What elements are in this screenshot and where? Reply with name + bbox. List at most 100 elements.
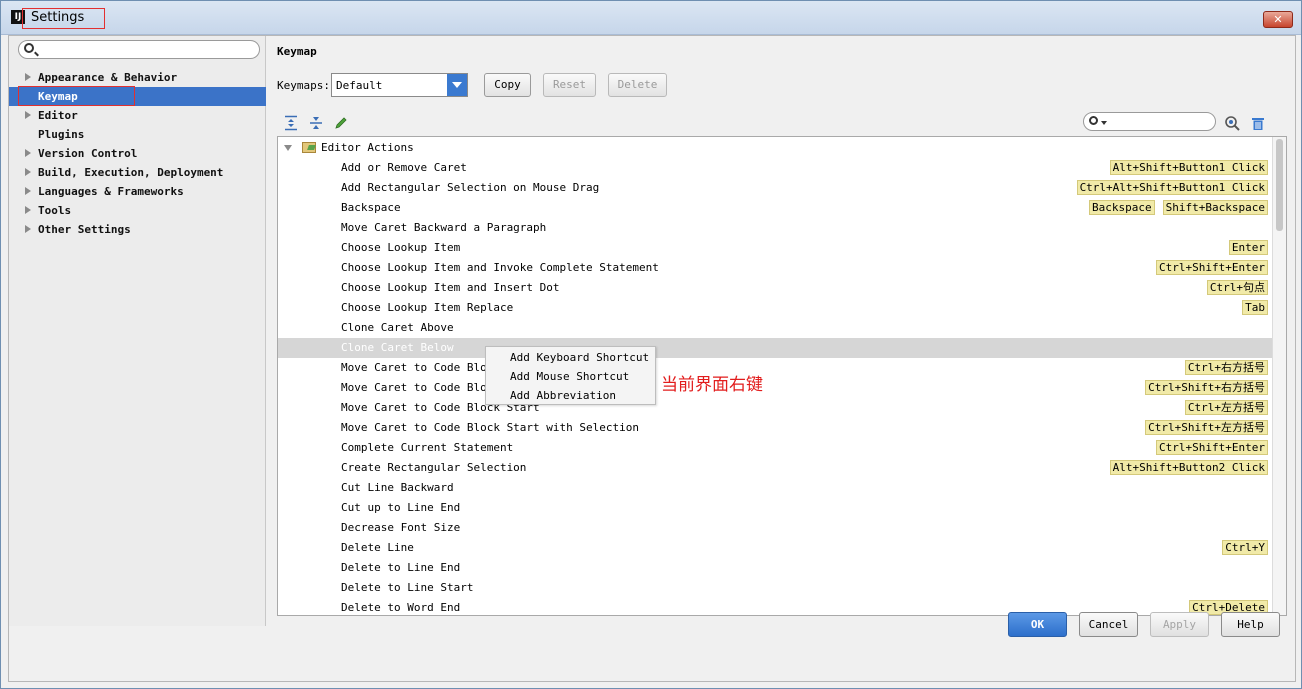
chevron-right-icon[interactable] [25, 73, 31, 81]
sidebar-item-label: Editor [38, 109, 78, 122]
tree-row[interactable]: Decrease Font Size [278, 518, 1272, 538]
action-name: Add Rectangular Selection on Mouse Drag [341, 181, 600, 194]
action-name: Create Rectangular Selection [341, 461, 527, 474]
chevron-right-icon[interactable] [25, 168, 31, 176]
shortcut-badge: Ctrl+句点 [1206, 280, 1268, 295]
expand-all-icon[interactable] [283, 115, 299, 131]
tree-row[interactable]: Complete Current Statement Ctrl+Shift+Ent… [278, 438, 1272, 458]
shortcut-list: Ctrl+句点 [1206, 280, 1268, 295]
action-name: Add or Remove Caret [341, 161, 467, 174]
tree-row[interactable]: Move Caret to Code Block Ctrl+右方括号 [278, 358, 1272, 378]
settings-search-input[interactable] [18, 40, 260, 59]
shortcut-list: Ctrl+Y [1222, 540, 1268, 555]
delete-button[interactable]: Delete [608, 73, 667, 97]
keymap-actions-tree[interactable]: Editor Actions Add or Remove Caret Alt+Sh… [277, 136, 1287, 616]
action-name: Complete Current Statement [341, 441, 514, 454]
tree-row[interactable]: Delete to Line Start [278, 578, 1272, 598]
search-icon [1089, 116, 1098, 125]
chevron-right-icon[interactable] [25, 225, 31, 233]
shortcut-list: Backspace Shift+Backspace [1089, 200, 1268, 215]
action-name: Move Caret Backward a Paragraph [341, 221, 547, 234]
trash-icon[interactable] [1250, 115, 1266, 131]
action-name: Delete to Line Start [341, 581, 474, 594]
scrollbar-thumb[interactable] [1276, 139, 1283, 231]
context-menu-item-add-mouse-shortcut[interactable]: Add Mouse Shortcut [510, 367, 629, 386]
shortcut-badge: Shift+Backspace [1162, 200, 1268, 215]
edit-icon[interactable] [333, 115, 349, 131]
tree-row[interactable]: Clone Caret Below [278, 338, 1272, 358]
collapse-all-icon[interactable] [308, 115, 324, 131]
keymaps-label: Keymaps: [277, 79, 330, 92]
reset-button[interactable]: Reset [543, 73, 596, 97]
sidebar-item-label: Tools [38, 204, 72, 217]
chevron-right-icon[interactable] [25, 149, 31, 157]
action-name: Cut Line Backward [341, 481, 454, 494]
shortcut-badge: Ctrl+Shift+Enter [1156, 260, 1268, 275]
keymap-panel: Keymap Keymaps: Default Copy Reset Delet… [267, 36, 1297, 626]
tree-row[interactable]: Cut up to Line End [278, 498, 1272, 518]
sidebar-item-tools[interactable]: Tools [9, 201, 266, 220]
tree-row[interactable]: Add Rectangular Selection on Mouse Drag C… [278, 178, 1272, 198]
shortcut-badge: Ctrl+Alt+Shift+Button1 Click [1076, 180, 1268, 195]
shortcut-badge: Ctrl+Shift+Enter [1156, 440, 1268, 455]
help-button[interactable]: Help [1221, 612, 1280, 637]
sidebar-item-label: Version Control [38, 147, 138, 160]
tree-row[interactable]: Delete to Line End [278, 558, 1272, 578]
shortcut-list: Ctrl+Shift+左方括号 [1145, 420, 1268, 435]
context-menu-item-add-abbreviation[interactable]: Add Abbreviation [510, 386, 616, 405]
sidebar-item-version-control[interactable]: Version Control [9, 144, 266, 163]
apply-button[interactable]: Apply [1150, 612, 1209, 637]
close-button[interactable]: ✕ [1263, 11, 1293, 28]
chevron-down-icon [1101, 121, 1107, 125]
shortcut-list: Ctrl+Alt+Shift+Button1 Click [1076, 180, 1268, 195]
cancel-button[interactable]: Cancel [1079, 612, 1138, 637]
shortcut-badge: Tab [1242, 300, 1268, 315]
shortcut-list: Tab [1242, 300, 1268, 315]
sidebar-item-appearance-behavior[interactable]: Appearance & Behavior [9, 68, 266, 87]
sidebar-item-build-execution-deployment[interactable]: Build, Execution, Deployment [9, 163, 266, 182]
sidebar-item-editor[interactable]: Editor [9, 106, 266, 125]
tree-row[interactable]: Choose Lookup Item Replace Tab [278, 298, 1272, 318]
tree-row[interactable]: Move Caret Backward a Paragraph [278, 218, 1272, 238]
chevron-down-icon[interactable] [447, 74, 467, 96]
shortcut-list: Ctrl+Shift+Enter [1156, 440, 1268, 455]
settings-window: IJ Settings ✕ Appearance & Behavior Keyma… [0, 0, 1302, 689]
sidebar-item-label: Plugins [38, 128, 85, 141]
chevron-right-icon[interactable] [25, 187, 31, 195]
tree-row[interactable]: Choose Lookup Item Enter [278, 238, 1272, 258]
tree-root-row[interactable]: Editor Actions [278, 138, 1272, 158]
tree-row[interactable]: Choose Lookup Item and Insert Dot Ctrl+句点 [278, 278, 1272, 298]
shortcut-list: Alt+Shift+Button2 Click [1109, 460, 1268, 475]
action-name: Choose Lookup Item and Insert Dot [341, 281, 560, 294]
shortcut-list: Enter [1228, 240, 1268, 255]
tree-row[interactable]: Create Rectangular Selection Alt+Shift+Bu… [278, 458, 1272, 478]
chevron-right-icon[interactable] [25, 206, 31, 214]
tree-row[interactable]: Move Caret to Code Block Ctrl+Shift+右方括号 [278, 378, 1272, 398]
keymap-select[interactable]: Default [331, 73, 468, 97]
tree-row[interactable]: Cut Line Backward [278, 478, 1272, 498]
sidebar-item-plugins[interactable]: Plugins [9, 125, 266, 144]
ok-button[interactable]: OK [1008, 612, 1067, 637]
sidebar-item-label: Other Settings [38, 223, 131, 236]
tree-row[interactable]: Clone Caret Above [278, 318, 1272, 338]
copy-button[interactable]: Copy [484, 73, 531, 97]
shortcut-badge: Ctrl+Shift+左方括号 [1145, 420, 1268, 435]
chevron-right-icon[interactable] [25, 111, 31, 119]
expand-arrow-icon[interactable] [284, 145, 292, 151]
sidebar-item-other-settings[interactable]: Other Settings [9, 220, 266, 239]
find-shortcut-icon[interactable] [1224, 115, 1240, 131]
tree-row[interactable]: Backspace Backspace Shift+Backspace [278, 198, 1272, 218]
tree-scrollbar[interactable] [1272, 137, 1286, 615]
tree-row[interactable]: Delete Line Ctrl+Y [278, 538, 1272, 558]
shortcut-badge: Alt+Shift+Button2 Click [1109, 460, 1268, 475]
tree-row[interactable]: Choose Lookup Item and Invoke Complete S… [278, 258, 1272, 278]
tree-row[interactable]: Move Caret to Code Block Start Ctrl+左方括号 [278, 398, 1272, 418]
sidebar-item-languages-frameworks[interactable]: Languages & Frameworks [9, 182, 266, 201]
context-menu-item-add-keyboard-shortcut[interactable]: Add Keyboard Shortcut [510, 348, 649, 367]
keymap-filter-input[interactable] [1083, 112, 1216, 131]
sidebar-item-label: Build, Execution, Deployment [38, 166, 224, 179]
title-bar[interactable]: IJ Settings ✕ [1, 1, 1301, 35]
tree-row[interactable]: Move Caret to Code Block Start with Sele… [278, 418, 1272, 438]
tree-row[interactable]: Add or Remove Caret Alt+Shift+Button1 Cli… [278, 158, 1272, 178]
annotation-text: 当前界面右键 [661, 375, 763, 395]
